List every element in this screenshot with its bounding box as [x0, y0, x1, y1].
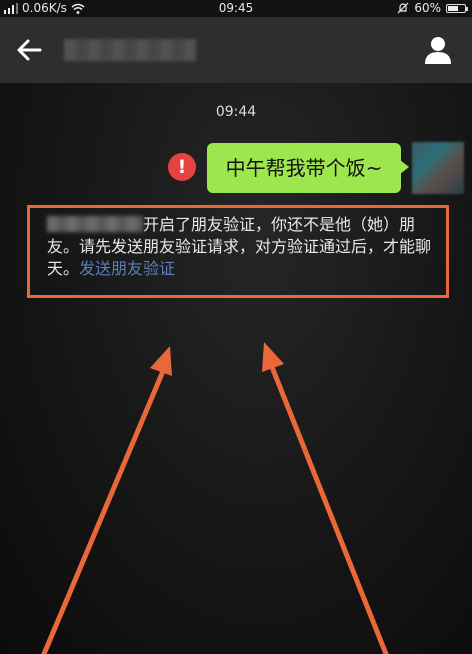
- annotation-arrow-left: [41, 346, 172, 654]
- annotation-arrows: [41, 342, 389, 654]
- annotation-arrow-right: [262, 342, 389, 654]
